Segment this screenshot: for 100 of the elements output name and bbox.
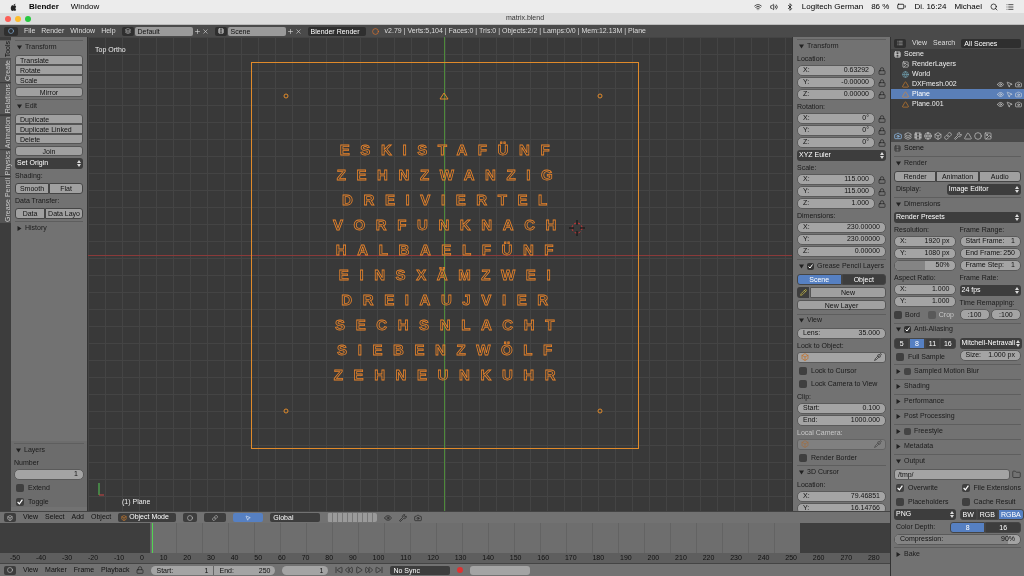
lock-icon[interactable] (878, 126, 886, 135)
keyboard-layout[interactable]: Logitech German (801, 0, 864, 13)
rewind-icon[interactable] (345, 566, 354, 574)
eye-icon[interactable] (384, 513, 393, 522)
shading-icon[interactable] (183, 513, 198, 522)
checkbox[interactable] (961, 484, 970, 493)
fast-forward-icon[interactable] (365, 566, 374, 574)
collapsed-arrow-icon[interactable] (896, 428, 901, 434)
info-editor-icon[interactable] (4, 26, 18, 36)
letter-row-text: ZEHNZWANZIG (335, 166, 564, 184)
lock-icon[interactable] (878, 187, 886, 196)
menu-item[interactable]: Window (70, 0, 100, 13)
checkbox[interactable] (799, 453, 807, 462)
checkbox[interactable] (896, 497, 904, 506)
jump-start-icon[interactable] (335, 566, 344, 574)
timeline-area[interactable] (0, 523, 890, 553)
lock-icon[interactable] (878, 175, 886, 184)
add-icon[interactable] (193, 27, 201, 35)
checkbox[interactable] (799, 380, 807, 389)
collapsed-arrow-icon[interactable] (896, 398, 901, 404)
checkbox[interactable] (904, 427, 911, 435)
maximize-button[interactable] (25, 15, 31, 22)
list-icon[interactable] (1006, 2, 1014, 11)
layout-icon[interactable] (121, 26, 134, 36)
letter-row-text: DREIVIERTEL (341, 191, 558, 209)
add-icon[interactable] (286, 27, 294, 35)
checkbox[interactable] (16, 484, 24, 493)
expanded-arrow-icon[interactable] (16, 447, 21, 453)
collapsed-arrow-icon[interactable] (896, 413, 901, 419)
context-tab-icon[interactable] (914, 131, 922, 140)
expanded-arrow-icon[interactable] (896, 327, 901, 332)
user-name[interactable]: Michael (954, 0, 982, 13)
lock-icon[interactable] (878, 66, 886, 75)
pivot-icon[interactable] (204, 513, 227, 522)
battery-icon[interactable] (897, 2, 907, 11)
context-tab-icon[interactable] (894, 131, 902, 140)
apple-logo-icon[interactable] (10, 2, 17, 11)
collapsed-arrow-icon[interactable] (896, 443, 901, 449)
context-tab-icon[interactable] (954, 131, 962, 140)
editor-type-icon[interactable] (4, 565, 16, 575)
checkbox[interactable] (16, 497, 24, 506)
expanded-arrow-icon[interactable] (17, 44, 22, 50)
collapsed-arrow-icon[interactable] (17, 225, 22, 231)
close-button[interactable] (5, 15, 11, 22)
lock-icon[interactable] (136, 566, 145, 574)
checkbox[interactable] (896, 484, 904, 493)
checkbox[interactable] (904, 367, 911, 375)
context-tab-icon[interactable] (934, 131, 942, 140)
wifi-icon[interactable] (753, 2, 762, 11)
volume-icon[interactable] (769, 2, 778, 11)
layer-grid-icon[interactable] (327, 513, 378, 522)
expanded-arrow-icon[interactable] (799, 263, 804, 269)
checkbox[interactable] (799, 366, 807, 375)
wrench-icon[interactable] (399, 513, 408, 522)
checkbox[interactable] (961, 497, 970, 506)
bluetooth-icon[interactable] (785, 2, 794, 11)
battery-percentage[interactable]: 86 % (871, 0, 890, 13)
lock-icon[interactable] (878, 114, 886, 123)
expanded-arrow-icon[interactable] (896, 160, 901, 166)
object-picker[interactable] (797, 351, 886, 363)
folder-icon[interactable] (1012, 470, 1021, 479)
lock-icon[interactable] (878, 199, 886, 208)
keying-set-field[interactable] (470, 565, 531, 575)
scene-icon[interactable] (214, 26, 227, 36)
expanded-arrow-icon[interactable] (799, 43, 804, 49)
film-icon (894, 50, 901, 58)
close-icon[interactable] (201, 27, 209, 35)
expanded-arrow-icon[interactable] (896, 458, 901, 464)
context-tab-icon[interactable] (924, 131, 932, 140)
checkbox[interactable] (896, 352, 904, 361)
expanded-arrow-icon[interactable] (17, 103, 22, 109)
context-tab-icon[interactable] (984, 131, 992, 140)
expanded-arrow-icon[interactable] (799, 318, 804, 323)
pencil-icon[interactable] (797, 287, 809, 298)
lock-icon[interactable] (878, 90, 886, 99)
context-tab-icon[interactable] (944, 131, 952, 140)
lock-icon[interactable] (878, 78, 886, 87)
lock-icon[interactable] (878, 138, 886, 147)
app-menu[interactable]: Blender (29, 0, 59, 13)
close-icon[interactable] (294, 27, 302, 35)
collapsed-arrow-icon[interactable] (896, 383, 901, 389)
jump-end-icon[interactable] (375, 566, 384, 574)
play-icon[interactable] (355, 566, 364, 574)
expanded-arrow-icon[interactable] (896, 201, 901, 207)
clock[interactable]: Di. 16:24 (914, 0, 947, 13)
camera-icon[interactable] (414, 513, 423, 522)
context-tab-icon[interactable] (904, 131, 912, 140)
search-icon[interactable] (990, 2, 998, 11)
checkbox[interactable] (904, 326, 911, 333)
collapsed-arrow-icon[interactable] (896, 368, 901, 374)
expanded-arrow-icon[interactable] (799, 469, 804, 475)
collapsed-arrow-icon[interactable] (896, 551, 901, 557)
eyedropper-icon[interactable] (874, 353, 882, 361)
checkbox[interactable] (807, 262, 814, 270)
editor-type-icon[interactable] (4, 513, 16, 522)
checkbox[interactable] (894, 311, 902, 320)
manipulator-icon[interactable] (233, 513, 264, 522)
3d-cursor-icon[interactable] (569, 220, 585, 236)
checkmark-icon (905, 327, 910, 332)
outliner-editor-icon[interactable] (894, 38, 906, 48)
